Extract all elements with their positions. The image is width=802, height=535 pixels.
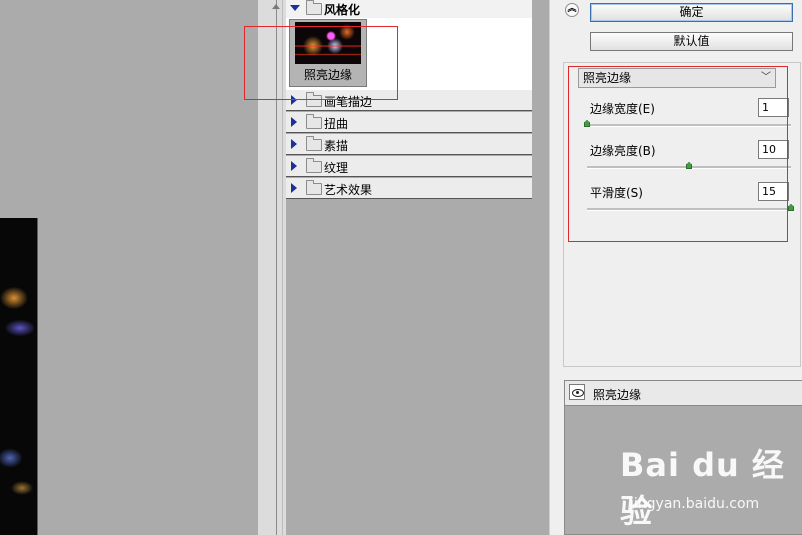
settings-panel: ︽ 确定 默认值 照亮边缘 ﹀ 边缘宽度(E) 1 边缘亮度(B) 10 平滑度(S) 1…	[549, 0, 802, 535]
category-row[interactable]: 扭曲	[286, 112, 532, 133]
category-row[interactable]: 画笔描边	[286, 90, 532, 111]
expand-right-icon[interactable]	[291, 117, 297, 127]
expand-right-icon[interactable]	[291, 161, 297, 171]
param-value-input[interactable]: 1	[758, 98, 789, 117]
scroll-up-icon[interactable]	[272, 4, 280, 9]
filter-gallery: 风格化 照亮边缘 画笔描边扭曲素描纹理艺术效果	[286, 0, 532, 535]
param-label: 边缘亮度(B)	[590, 144, 656, 158]
folder-icon	[306, 0, 322, 15]
category-stylize[interactable]: 风格化	[286, 0, 532, 18]
category-row[interactable]: 纹理	[286, 156, 532, 177]
folder-icon	[306, 158, 322, 173]
param-label: 平滑度(S)	[590, 186, 643, 200]
expand-right-icon[interactable]	[291, 139, 297, 149]
effect-layer-row[interactable]: 照亮边缘	[565, 381, 802, 406]
filter-thumb-label: 照亮边缘	[303, 68, 352, 82]
category-label: 艺术效果	[324, 183, 373, 197]
filter-select[interactable]: 照亮边缘 ﹀	[578, 68, 776, 88]
folder-icon	[306, 136, 322, 151]
category-stylize-contents: 照亮边缘	[286, 18, 532, 90]
filter-thumb-glowing-edges[interactable]: 照亮边缘	[289, 19, 367, 87]
category-label: 纹理	[324, 161, 349, 175]
category-label: 画笔描边	[324, 95, 373, 109]
ok-button[interactable]: 确定	[590, 3, 793, 22]
category-label: 扭曲	[324, 117, 349, 131]
param-slider[interactable]	[587, 162, 791, 169]
param-value-input[interactable]: 15	[758, 182, 789, 201]
preview-image	[0, 218, 38, 535]
scrollbar-track	[276, 0, 277, 535]
preview-scrollbar[interactable]	[258, 0, 286, 535]
param-slider[interactable]	[584, 120, 791, 127]
folder-icon	[306, 114, 322, 129]
collapse-up-icon[interactable]: ︽	[565, 3, 579, 17]
filter-thumb-image	[295, 22, 361, 64]
category-label: 素描	[324, 139, 349, 153]
default-button[interactable]: 默认值	[590, 32, 793, 51]
param-slider[interactable]	[587, 204, 794, 211]
preview-canvas[interactable]	[0, 0, 258, 535]
category-row[interactable]: 素描	[286, 134, 532, 155]
expand-right-icon[interactable]	[291, 95, 297, 105]
param-label: 边缘宽度(E)	[590, 102, 655, 116]
filter-select-value: 照亮边缘	[583, 71, 632, 85]
expand-right-icon[interactable]	[291, 183, 297, 193]
param-value-input[interactable]: 10	[758, 140, 789, 159]
folder-icon	[306, 180, 322, 195]
effect-layer-panel: 照亮边缘	[564, 380, 802, 535]
scrollbar-track-edge	[282, 0, 283, 535]
eye-icon[interactable]	[569, 384, 585, 400]
category-row[interactable]: 艺术效果	[286, 178, 532, 199]
folder-icon	[306, 92, 322, 107]
category-label: 风格化	[324, 3, 361, 17]
effect-layer-name: 照亮边缘	[593, 388, 642, 402]
chevron-down-icon: ﹀	[761, 72, 771, 83]
expand-down-icon[interactable]	[290, 5, 300, 11]
